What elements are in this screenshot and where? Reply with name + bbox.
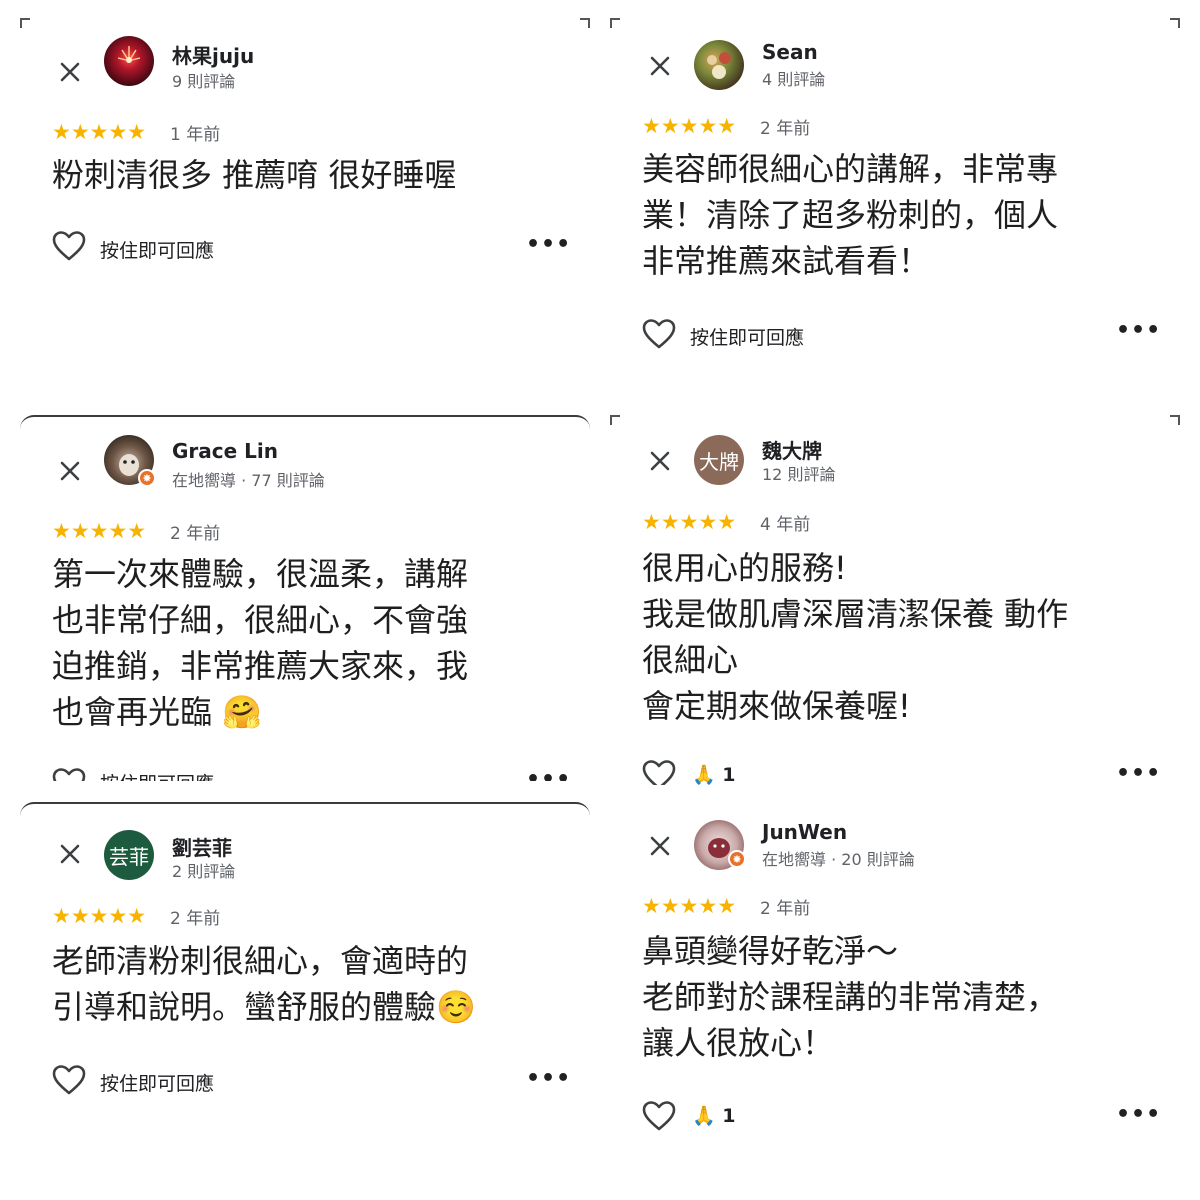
reviewer-name[interactable]: JunWen xyxy=(762,820,847,844)
rating-stars: ★★★★★ xyxy=(52,904,147,928)
review-card: ✸ JunWen 在地嚮導 · 20 則評論 ★★★★★ 2 年前 鼻頭變得好乾… xyxy=(610,802,1180,1182)
review-count: 在地嚮導 · 77 則評論 xyxy=(172,471,325,490)
heart-icon[interactable] xyxy=(52,767,86,781)
review-card: Sean 4 則評論 ★★★★★ 2 年前 美容師很細心的講解，非常專 業！清除… xyxy=(610,18,1180,398)
review-time: 1 年前 xyxy=(170,125,221,145)
more-options-icon[interactable]: ••• xyxy=(526,767,571,781)
heart-icon[interactable] xyxy=(642,1100,676,1132)
reviewer-name[interactable]: Sean xyxy=(762,40,818,64)
reply-hint[interactable]: 按住即可回應 xyxy=(100,769,214,781)
rating-stars: ★★★★★ xyxy=(642,894,737,918)
more-options-icon[interactable]: ••• xyxy=(526,232,571,257)
reviewer-name[interactable]: 林果juju xyxy=(172,40,254,69)
reply-hint[interactable]: 按住即可回應 xyxy=(100,236,214,263)
reply-hint[interactable]: 按住即可回應 xyxy=(690,323,804,350)
avatar[interactable]: 大牌 xyxy=(694,435,744,485)
review-text: 鼻頭變得好乾淨～ 老師對於課程講的非常清楚， 讓人很放心！ xyxy=(642,932,1059,1062)
review-card: 芸菲 劉芸菲 2 則評論 ★★★★★ 2 年前 老師清粉刺很細心，會適時的 引導… xyxy=(20,802,590,1182)
frame-corner xyxy=(610,18,620,28)
close-icon[interactable] xyxy=(646,447,674,475)
review-time: 4 年前 xyxy=(760,515,811,535)
more-options-icon[interactable]: ••• xyxy=(1116,318,1161,343)
review-card: 林果juju 9 則評論 ★★★★★ 1 年前 粉刺清很多 推薦唷 很好睡喔 按… xyxy=(20,18,590,398)
review-card: ✸ Grace Lin 在地嚮導 · 77 則評論 ★★★★★ 2 年前 第一次… xyxy=(20,415,590,781)
review-count: 在地嚮導 · 20 則評論 xyxy=(762,850,915,869)
more-options-icon[interactable]: ••• xyxy=(1116,1102,1161,1127)
review-text: 老師清粉刺很細心，會適時的 引導和說明。蠻舒服的體驗☺️ xyxy=(52,942,476,1026)
avatar[interactable] xyxy=(694,40,744,90)
review-time: 2 年前 xyxy=(170,524,221,544)
review-count: 12 則評論 xyxy=(762,465,836,484)
heart-icon[interactable] xyxy=(642,759,676,785)
close-icon[interactable] xyxy=(56,840,84,868)
frame-corner xyxy=(610,415,620,425)
reaction-count[interactable]: 🙏 1 xyxy=(692,1104,736,1127)
rating-stars: ★★★★★ xyxy=(642,510,737,534)
rating-stars: ★★★★★ xyxy=(52,519,147,543)
close-icon[interactable] xyxy=(56,457,84,485)
review-count: 4 則評論 xyxy=(762,70,826,89)
reviewer-name[interactable]: 劉芸菲 xyxy=(172,832,232,861)
fireworks-avatar xyxy=(117,46,141,63)
review-time: 2 年前 xyxy=(760,119,811,139)
reviewer-name[interactable]: 魏大牌 xyxy=(762,435,822,464)
review-text: 粉刺清很多 推薦唷 很好睡喔 xyxy=(52,156,457,194)
frame-corner xyxy=(20,18,30,28)
review-time: 2 年前 xyxy=(170,909,221,929)
avatar[interactable]: 芸菲 xyxy=(104,830,154,880)
heart-icon[interactable] xyxy=(52,230,86,262)
review-text: 美容師很細心的講解，非常專 業！清除了超多粉刺的，個人 非常推薦來試看看！ xyxy=(642,150,1059,280)
more-options-icon[interactable]: ••• xyxy=(526,1066,571,1091)
frame-corner xyxy=(1170,415,1180,425)
more-options-icon[interactable]: ••• xyxy=(1116,761,1161,785)
frame-corner xyxy=(1170,18,1180,28)
rating-stars: ★★★★★ xyxy=(642,114,737,138)
rating-stars: ★★★★★ xyxy=(52,120,147,144)
local-guide-badge-icon: ✸ xyxy=(728,850,746,868)
review-count: 9 則評論 xyxy=(172,72,236,91)
reviewer-name[interactable]: Grace Lin xyxy=(172,439,278,463)
food-avatar xyxy=(707,52,731,79)
frame-corner xyxy=(580,18,590,28)
review-text: 很用心的服務! 我是做肌膚深層清潔保養 動作 很細心 會定期來做保養喔! xyxy=(642,549,1069,725)
reply-hint[interactable]: 按住即可回應 xyxy=(100,1069,214,1096)
review-count: 2 則評論 xyxy=(172,862,236,881)
review-card: 大牌 魏大牌 12 則評論 ★★★★★ 4 年前 很用心的服務! 我是做肌膚深層… xyxy=(610,415,1180,785)
close-icon[interactable] xyxy=(56,58,84,86)
reaction-count[interactable]: 🙏 1 xyxy=(692,763,736,785)
review-time: 2 年前 xyxy=(760,899,811,919)
avatar[interactable] xyxy=(104,36,154,86)
review-text: 第一次來體驗，很溫柔，講解 也非常仔細，很細心，不會強 迫推銷，非常推薦大家來，… xyxy=(52,555,469,731)
local-guide-badge-icon: ✸ xyxy=(138,469,156,487)
close-icon[interactable] xyxy=(646,832,674,860)
heart-icon[interactable] xyxy=(642,318,676,350)
heart-icon[interactable] xyxy=(52,1064,86,1096)
close-icon[interactable] xyxy=(646,52,674,80)
